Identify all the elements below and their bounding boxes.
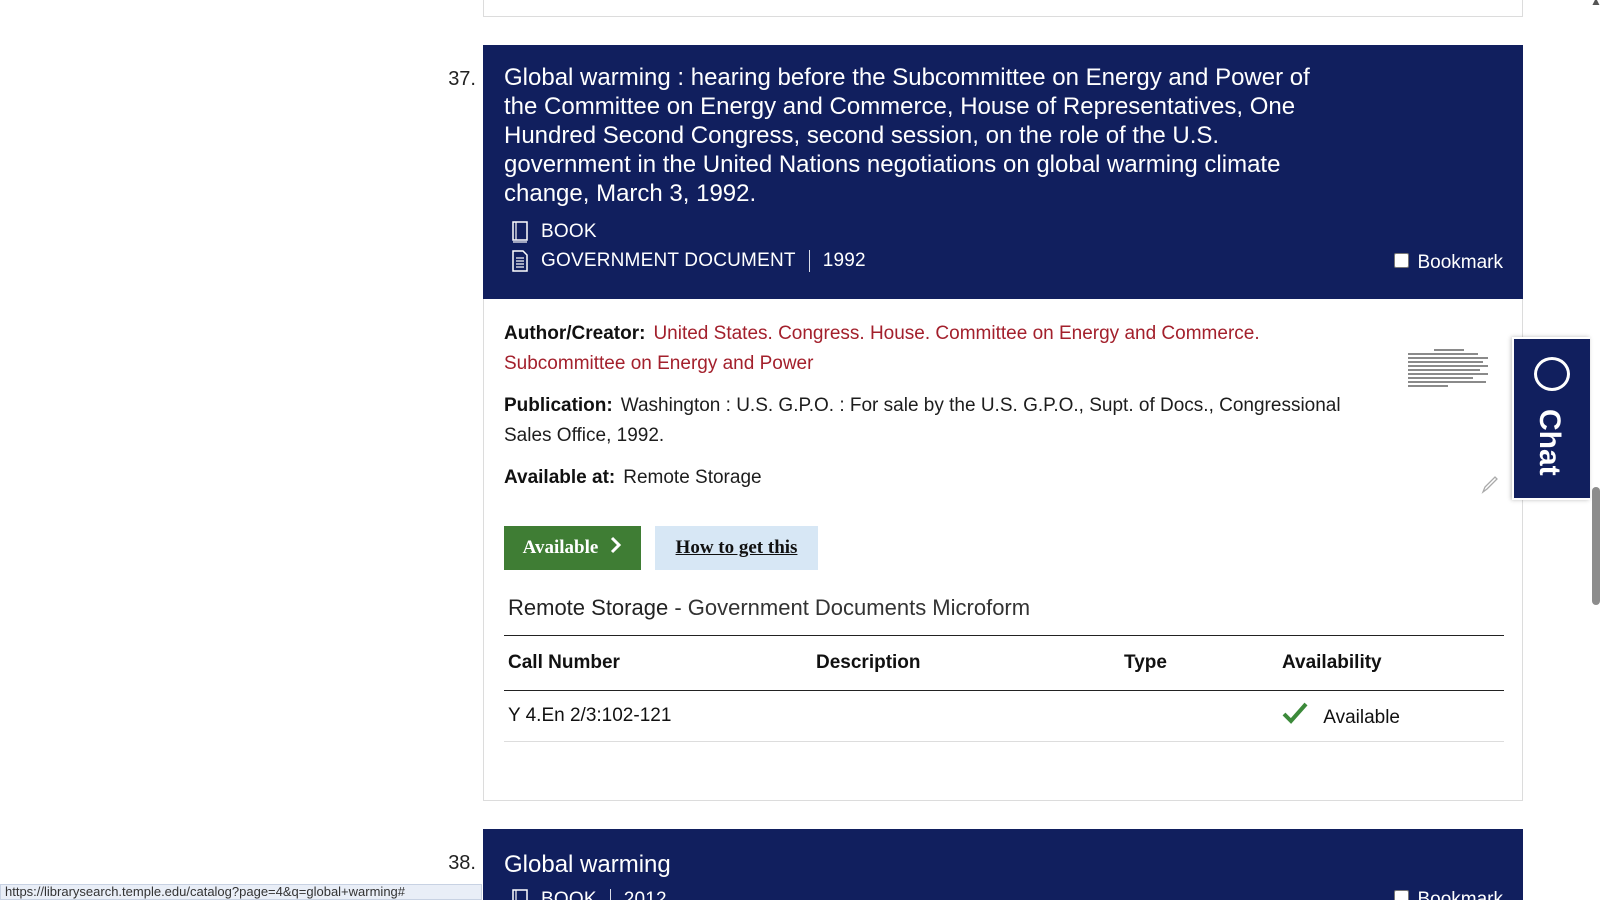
- available-button-label: Available: [522, 537, 599, 558]
- format-label: BOOK: [541, 221, 597, 242]
- author-label: Author/Creator:: [504, 323, 646, 344]
- format-book: BOOK: [511, 221, 597, 243]
- holding-location: Remote Storage - Government Documents Mi…: [508, 595, 1030, 621]
- publication-year: 1992: [822, 250, 866, 271]
- scroll-up-arrow[interactable]: ▲: [1590, 0, 1600, 8]
- publication-value: Washington : U.S. G.P.O. : For sale by t…: [504, 395, 1341, 446]
- holdings-header-row: Call Number Description Type Availabilit…: [504, 635, 1504, 691]
- status-bar-url: https://librarysearch.temple.edu/catalog…: [0, 884, 482, 900]
- format-government-document: GOVERNMENT DOCUMENT 1992: [511, 250, 866, 272]
- cover-thumbnail[interactable]: [1404, 347, 1492, 409]
- result-title-link[interactable]: Global warming: [504, 850, 1314, 879]
- pencil-icon: [1480, 475, 1500, 495]
- column-header-availability: Availability: [1278, 635, 1504, 691]
- scrollbar-thumb[interactable]: [1592, 487, 1600, 605]
- divider: [609, 889, 611, 900]
- result-header: Global warming BOOK 2012 Bookmark: [483, 829, 1523, 900]
- book-icon: [511, 221, 529, 243]
- bookmark-checkbox[interactable]: [1394, 889, 1410, 900]
- author-field: Author/Creator: United States. Congress. …: [504, 319, 1354, 379]
- format-book: BOOK 2012: [511, 889, 667, 900]
- column-header-type: Type: [1120, 635, 1278, 691]
- chat-label: Chat: [1533, 409, 1566, 476]
- publication-year: 2012: [623, 889, 667, 900]
- availability-status: Available: [1323, 706, 1400, 728]
- bookmark-toggle[interactable]: Bookmark: [1394, 252, 1503, 274]
- format-label: GOVERNMENT DOCUMENT: [541, 250, 796, 271]
- publication-label: Publication:: [504, 395, 613, 416]
- bookmark-label: Bookmark: [1417, 252, 1503, 273]
- book-icon: [511, 889, 529, 900]
- available-at-value: Remote Storage: [623, 467, 762, 488]
- table-row: Y 4.En 2/3:102-121 Available: [504, 690, 1504, 742]
- chevron-right-icon: [610, 536, 622, 560]
- previous-result-card: [483, 0, 1523, 17]
- checkmark-icon: [1282, 701, 1315, 731]
- document-icon: [511, 250, 529, 272]
- publication-field: Publication: Washington : U.S. G.P.O. : F…: [504, 391, 1354, 451]
- holdings-table: Call Number Description Type Availabilit…: [504, 635, 1504, 742]
- availability-cell: Available: [1278, 690, 1504, 742]
- available-at-label: Available at:: [504, 467, 616, 488]
- chat-widget-button[interactable]: Chat: [1512, 337, 1590, 500]
- type-cell: [1120, 690, 1278, 742]
- call-number-cell: Y 4.En 2/3:102-121: [504, 690, 812, 742]
- bookmark-checkbox[interactable]: [1394, 252, 1410, 268]
- result-header: Global warming : hearing before the Subc…: [483, 45, 1523, 299]
- result-body: Author/Creator: United States. Congress. …: [483, 299, 1523, 801]
- column-header-call-number: Call Number: [504, 635, 812, 691]
- divider: [808, 250, 810, 272]
- result-number: 37.: [448, 68, 476, 90]
- chat-bubble-icon: [1534, 357, 1570, 391]
- result-title-link[interactable]: Global warming : hearing before the Subc…: [504, 63, 1314, 208]
- available-button[interactable]: Available: [504, 526, 641, 570]
- available-at-field: Available at: Remote Storage: [504, 463, 1354, 493]
- result-number: 38.: [448, 852, 476, 874]
- column-header-description: Description: [812, 635, 1120, 691]
- bookmark-label: Bookmark: [1417, 889, 1503, 900]
- description-cell: [812, 690, 1120, 742]
- format-label: BOOK: [541, 889, 597, 900]
- location-collection: - Government Documents Microform: [668, 595, 1031, 620]
- location-name: Remote Storage: [508, 595, 669, 620]
- bookmark-toggle[interactable]: Bookmark: [1394, 889, 1503, 900]
- how-to-get-this-button[interactable]: How to get this: [655, 526, 818, 570]
